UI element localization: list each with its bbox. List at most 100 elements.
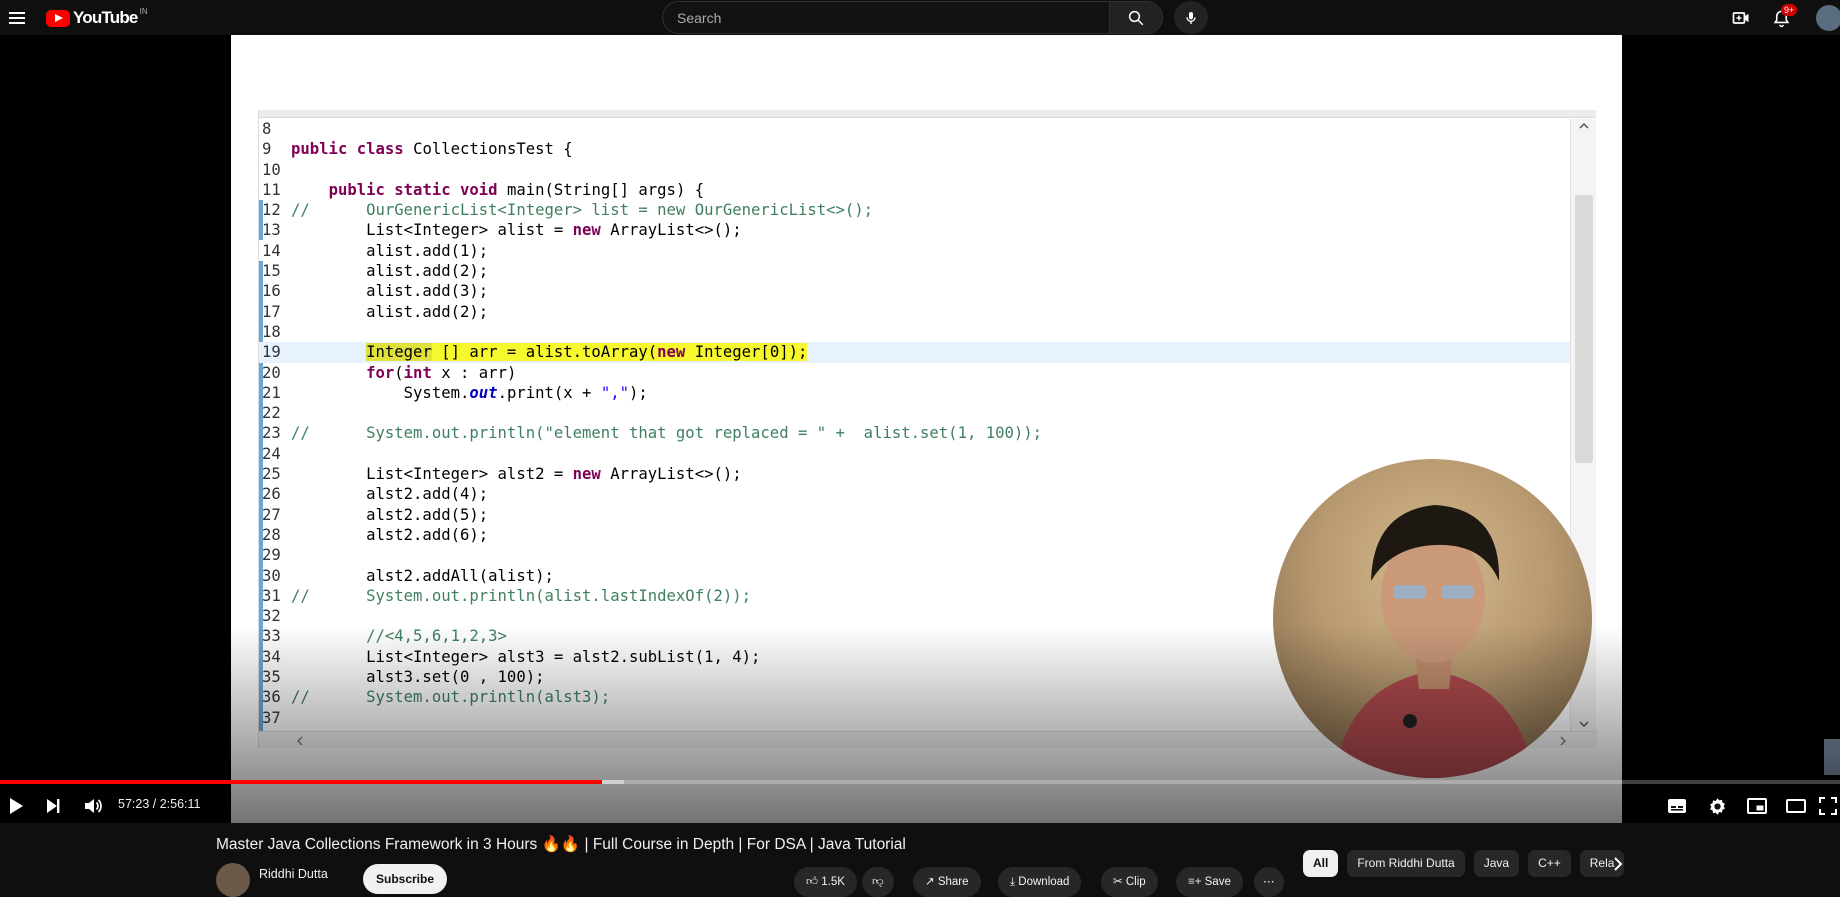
code-token: alst3.set(0 , 100);: [291, 668, 545, 687]
line-number: 13: [262, 221, 281, 240]
chevron-right-icon[interactable]: [1608, 854, 1628, 874]
line-number: 16: [262, 282, 281, 301]
settings-button[interactable]: [1701, 790, 1733, 822]
code-token: main(String[] args) {: [506, 180, 705, 199]
line-number: 11: [262, 180, 281, 199]
play-button[interactable]: [0, 790, 32, 822]
mute-button[interactable]: [77, 790, 109, 822]
channel-name[interactable]: Riddhi Dutta: [259, 867, 328, 881]
video-frame[interactable]: 8 9 public class CollectionsTest {10 11 pub…: [231, 35, 1622, 823]
code-line: 17 alist.add(2);: [259, 302, 1571, 322]
dislike-button[interactable]: 👎︎: [862, 867, 894, 897]
code-token: List<Integer> alst2 =: [291, 465, 573, 484]
code-line: 14 alist.add(1);: [259, 241, 1571, 261]
notifications-button[interactable]: 9+: [1768, 4, 1798, 31]
line-number: 14: [262, 241, 281, 260]
theater-icon: [1786, 799, 1806, 813]
theater-mode-button[interactable]: [1780, 790, 1812, 822]
voice-search-button[interactable]: [1174, 1, 1208, 34]
code-token: (: [394, 363, 404, 382]
progress-bar[interactable]: [0, 780, 1840, 784]
clip-button[interactable]: ✂ Clip: [1101, 867, 1158, 897]
code-line: 13 List<Integer> alist = new ArrayList<>…: [259, 220, 1571, 240]
chip[interactable]: From Riddhi Dutta: [1347, 850, 1465, 877]
video-player[interactable]: 8 9 public class CollectionsTest {10 11 pub…: [0, 35, 1840, 823]
editor-tabs: [259, 110, 1596, 118]
code-token: CollectionsTest {: [413, 140, 573, 159]
thumbs-up-icon: 👍︎: [806, 876, 819, 888]
search-button[interactable]: [1109, 1, 1163, 34]
share-button[interactable]: ↗ Share: [913, 867, 981, 897]
menu-icon[interactable]: [6, 6, 30, 30]
chevron-up-icon: [1579, 122, 1589, 129]
line-number: 18: [262, 322, 281, 341]
chip[interactable]: All: [1303, 850, 1339, 877]
code-line: 21 System.out.print(x + ",");: [259, 383, 1571, 403]
miniplayer-icon: [1747, 798, 1767, 814]
subtitles-button[interactable]: [1661, 790, 1693, 822]
code-line: 8: [259, 119, 1571, 139]
line-number: 36: [262, 688, 281, 707]
code-token: List<Integer> alst3 = alst2.subList(1, 4…: [291, 647, 761, 666]
save-button[interactable]: ≡+ Save: [1176, 867, 1243, 897]
code-token: [] arr = alist.toArray(: [431, 343, 658, 362]
code-token: public class: [291, 140, 414, 159]
subscribe-button[interactable]: Subscribe: [363, 864, 448, 894]
code-token: Integer[0]);: [694, 343, 808, 362]
miniplayer-button[interactable]: [1741, 790, 1773, 822]
line-number: 20: [262, 363, 281, 382]
line-number: 8: [262, 120, 272, 138]
code-line: 16 alist.add(3);: [259, 281, 1571, 301]
line-number: 17: [262, 302, 281, 321]
line-number: 23: [262, 424, 281, 443]
fullscreen-button[interactable]: [1816, 790, 1840, 822]
code-line: 18: [259, 322, 1571, 342]
youtube-logo[interactable]: YouTube IN: [46, 6, 148, 28]
like-button[interactable]: 👍︎ 1.5K: [794, 867, 857, 897]
code-line: 12 // OurGenericList<Integer> list = new …: [259, 200, 1571, 220]
account-avatar[interactable]: [1816, 5, 1840, 31]
code-token: ArrayList<>();: [610, 465, 742, 484]
time-display: 57:23 / 2:56:11: [118, 797, 201, 811]
video-title: Master Java Collections Framework in 3 H…: [216, 836, 906, 853]
download-button[interactable]: ⤓ Download: [998, 867, 1082, 897]
region-label: IN: [139, 6, 148, 16]
line-number: 25: [262, 465, 281, 484]
code-line: 22: [259, 403, 1571, 423]
code-token: alst2.add(6);: [291, 525, 489, 544]
search-input[interactable]: [662, 1, 1109, 34]
code-line: 9 public class CollectionsTest {: [259, 139, 1571, 159]
code-token: Integer: [366, 343, 432, 362]
share-label: Share: [937, 876, 969, 888]
logo-text: YouTube: [73, 8, 138, 27]
next-button[interactable]: [37, 790, 69, 822]
code-token: // System.out.println(alist.lastIndexOf(…: [291, 586, 752, 605]
code-token: new: [572, 221, 611, 240]
download-label: Download: [1018, 876, 1070, 888]
line-number: 22: [262, 404, 281, 423]
line-number: 28: [262, 525, 281, 544]
more-actions-button[interactable]: ⋯: [1254, 867, 1284, 897]
clip-label: Clip: [1125, 876, 1146, 888]
line-number: 9: [262, 140, 272, 159]
code-line: 15 alist.add(2);: [259, 261, 1571, 281]
code-token: ArrayList<>();: [610, 221, 742, 240]
line-number: 31: [262, 586, 281, 605]
microphone-icon: [1186, 11, 1196, 24]
channel-avatar[interactable]: [216, 863, 250, 897]
like-count: 1.5K: [821, 876, 845, 888]
line-number: 19: [262, 343, 281, 362]
create-button[interactable]: [1728, 5, 1754, 31]
code-token: alst2.add(5);: [291, 505, 489, 524]
search-bar: [662, 1, 1163, 34]
code-line: 19 Integer [] arr = alist.toArray(new In…: [259, 342, 1571, 363]
code-line: 20 for(int x : arr): [259, 363, 1571, 383]
code-token: x : arr): [441, 363, 517, 382]
scroll-thumb[interactable]: [1575, 195, 1593, 463]
chip[interactable]: C++: [1528, 850, 1571, 877]
youtube-play-icon: [46, 9, 70, 27]
chip[interactable]: Java: [1473, 850, 1520, 877]
code-token: int: [403, 363, 442, 382]
